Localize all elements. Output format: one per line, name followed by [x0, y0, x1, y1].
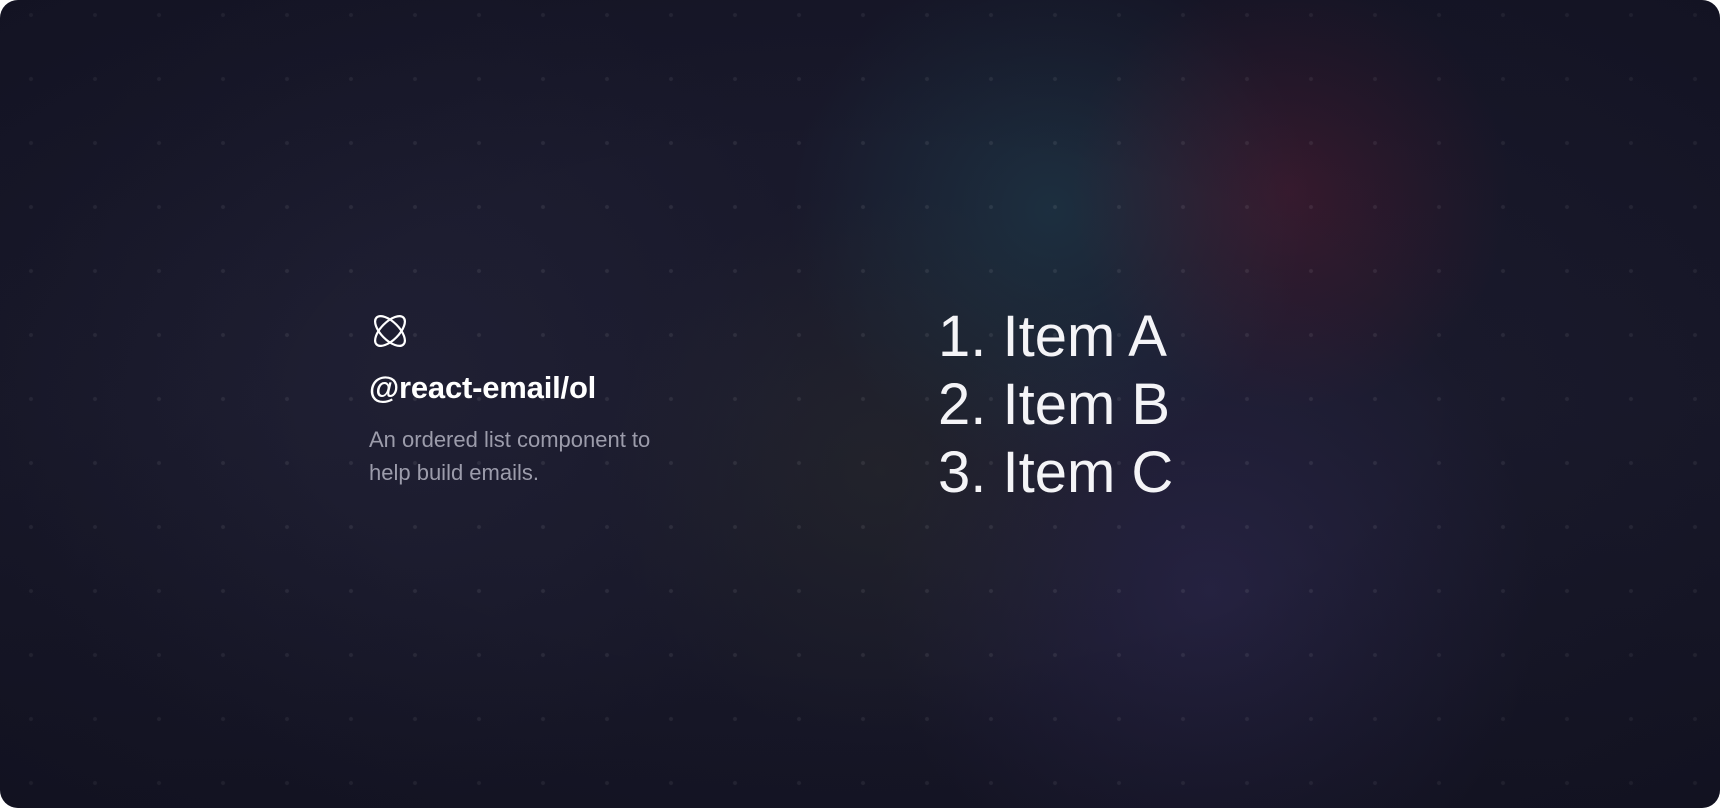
component-title: @react-email/ol [369, 370, 597, 405]
background-vignette [0, 0, 1720, 808]
component-info: @react-email/ol An ordered list componen… [369, 310, 749, 489]
component-description: An ordered list component to help build … [369, 427, 651, 485]
preview-card: @react-email/ol An ordered list componen… [0, 0, 1720, 808]
list-item: 3. Item C [938, 440, 1174, 505]
list-item: 1. Item A [938, 304, 1167, 369]
atom-icon [374, 315, 406, 347]
list-item: 2. Item B [938, 372, 1171, 437]
ordered-list-preview: 1. Item A 2. Item B 3. Item C [938, 303, 1173, 507]
